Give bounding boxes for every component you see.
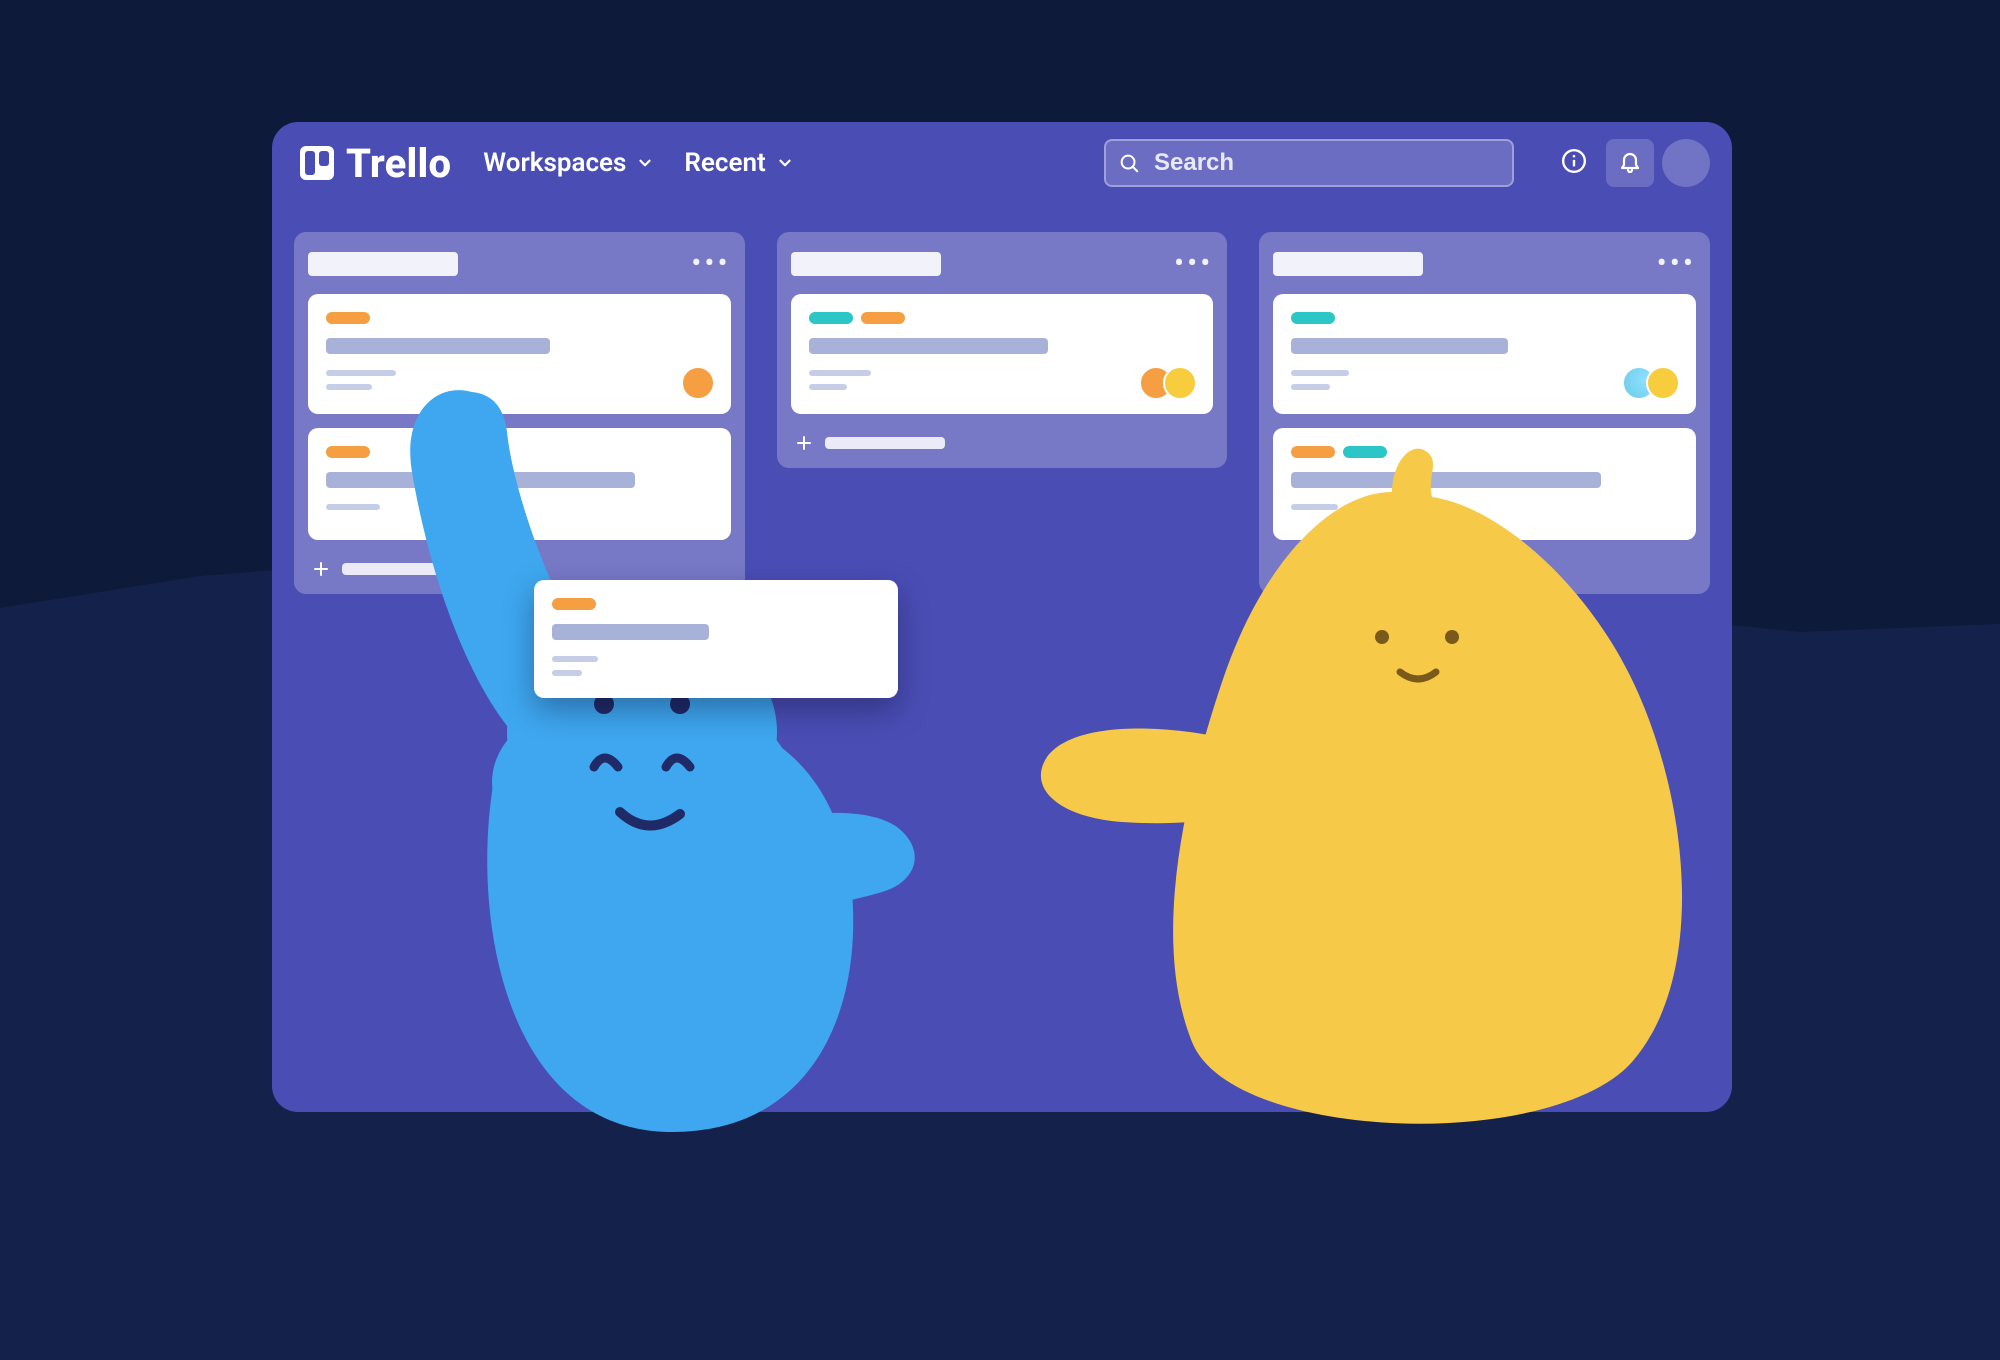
- list-header: •••: [308, 244, 731, 284]
- nav-item-label: Workspaces: [483, 148, 626, 178]
- card-title-placeholder: [552, 624, 709, 640]
- info-button[interactable]: [1550, 139, 1598, 187]
- card-labels: [552, 598, 880, 610]
- label-orange: [326, 312, 370, 324]
- card-lines: [1291, 370, 1678, 390]
- plus-icon: [312, 560, 330, 578]
- card-members: [1149, 366, 1197, 400]
- nav: Workspaces Recent: [483, 148, 793, 178]
- nav-recent[interactable]: Recent: [684, 148, 793, 178]
- card-members: [1632, 366, 1680, 400]
- card[interactable]: [1273, 294, 1696, 414]
- card-title-placeholder: [809, 338, 1049, 354]
- label-teal: [809, 312, 853, 324]
- card-lines: [809, 370, 1196, 390]
- chevron-down-icon: [636, 154, 654, 172]
- brand-name: Trello: [346, 140, 451, 187]
- search-input[interactable]: [1154, 149, 1500, 177]
- card-title-placeholder: [326, 472, 635, 488]
- list: •••: [294, 232, 745, 594]
- search-box[interactable]: [1104, 139, 1514, 187]
- add-card-placeholder: [342, 563, 462, 575]
- card[interactable]: [308, 428, 731, 540]
- list-title-placeholder: [308, 252, 458, 276]
- card-title-placeholder: [326, 338, 550, 354]
- card-labels: [326, 312, 713, 324]
- list-header: •••: [1273, 244, 1696, 284]
- trello-logo-icon: [300, 146, 334, 180]
- card-labels: [326, 446, 713, 458]
- plus-icon: [795, 434, 813, 452]
- header-actions: [1550, 139, 1710, 187]
- card[interactable]: [791, 294, 1214, 414]
- card-labels: [1291, 446, 1678, 458]
- card-title-placeholder: [1291, 338, 1508, 354]
- card-lines: [326, 504, 713, 510]
- list-title-placeholder: [1273, 252, 1423, 276]
- app-window: Trello Workspaces Recent: [272, 122, 1732, 1112]
- info-icon: [1561, 148, 1587, 178]
- add-card-button[interactable]: [308, 554, 731, 580]
- label-orange: [552, 598, 596, 610]
- list-title-placeholder: [791, 252, 941, 276]
- list-header: •••: [791, 244, 1214, 284]
- avatar-button[interactable]: [1662, 139, 1710, 187]
- list: •••: [777, 232, 1228, 468]
- nav-item-label: Recent: [684, 148, 765, 178]
- card-lines: [552, 656, 880, 676]
- brand[interactable]: Trello: [300, 140, 451, 187]
- card-labels: [809, 312, 1196, 324]
- member-avatar: [1646, 366, 1680, 400]
- card-lines: [326, 370, 713, 390]
- label-orange: [1291, 446, 1335, 458]
- notifications-button[interactable]: [1606, 139, 1654, 187]
- list: •••: [1259, 232, 1710, 594]
- list-menu-icon[interactable]: •••: [1174, 249, 1213, 279]
- add-card-placeholder: [825, 437, 945, 449]
- card[interactable]: [1273, 428, 1696, 540]
- topbar: Trello Workspaces Recent: [272, 122, 1732, 204]
- search-icon: [1118, 152, 1140, 174]
- label-orange: [326, 446, 370, 458]
- card-lines: [1291, 504, 1678, 510]
- label-teal: [1291, 312, 1335, 324]
- member-avatar: [1163, 366, 1197, 400]
- list-menu-icon[interactable]: •••: [691, 249, 730, 279]
- bell-icon: [1618, 149, 1642, 177]
- label-teal: [1343, 446, 1387, 458]
- board: •••: [272, 204, 1732, 594]
- list-menu-icon[interactable]: •••: [1657, 249, 1696, 279]
- card-labels: [1291, 312, 1678, 324]
- plus-icon: [1277, 560, 1295, 578]
- add-card-placeholder: [1307, 563, 1427, 575]
- chevron-down-icon: [776, 154, 794, 172]
- member-avatar: [681, 366, 715, 400]
- card[interactable]: [308, 294, 731, 414]
- card-title-placeholder: [1291, 472, 1600, 488]
- add-card-button[interactable]: [791, 428, 1214, 454]
- nav-workspaces[interactable]: Workspaces: [483, 148, 654, 178]
- label-orange: [861, 312, 905, 324]
- card-members: [691, 366, 715, 400]
- add-card-button[interactable]: [1273, 554, 1696, 580]
- dragging-card[interactable]: [534, 580, 898, 698]
